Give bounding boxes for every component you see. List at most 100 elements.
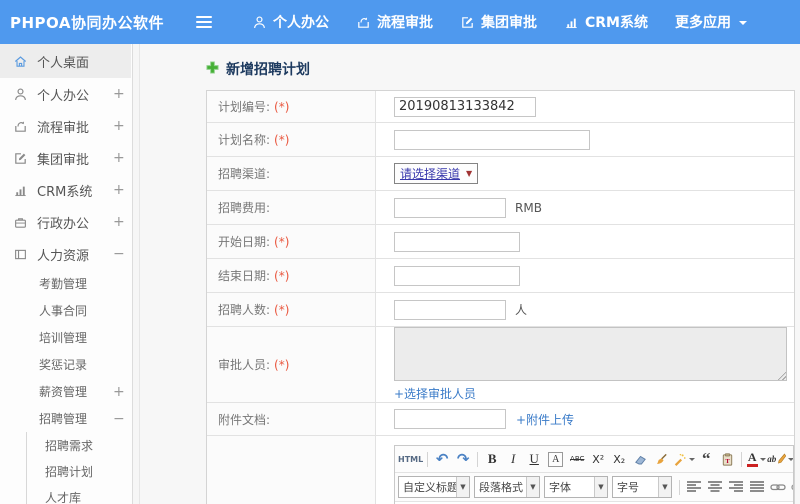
fee-input[interactable] [394,197,506,218]
paragraph-select[interactable]: 段落格式 ▼ [474,476,540,498]
sidebar-item-hr[interactable]: 人力资源 − [0,238,131,270]
field-label: 附件文档: [218,412,271,427]
form-row-attachment: 附件文档: +附件上传 [207,403,794,436]
remove-format-button[interactable]: A [548,451,564,467]
caret-down-icon [759,458,766,464]
sidebar-hr-submenu: 考勤管理 人事合同 培训管理 奖惩记录 薪资管理 + 招聘管理 − 招聘需求 招聘计… [0,270,131,504]
field-label: 招聘渠道: [218,167,271,181]
expand-toggle[interactable]: + [113,86,125,102]
edit-icon [460,15,475,30]
expand-toggle[interactable]: + [113,118,125,134]
expand-toggle[interactable]: + [113,182,125,198]
blockquote-button[interactable]: “ [696,449,716,469]
plan-no-input[interactable] [394,96,536,117]
quick-style-icon[interactable] [672,449,696,469]
expand-toggle[interactable]: + [113,214,125,230]
expand-toggle[interactable]: + [113,150,125,166]
nav-crm-system[interactable]: CRM系统 [564,12,648,32]
caret-down-icon: ▼ [594,477,607,497]
briefcase-icon [13,215,28,230]
approver-textarea[interactable] [394,327,787,381]
caret-down-icon: ▼ [466,169,473,178]
caret-down-icon: ▼ [658,477,671,497]
strikethrough-button[interactable]: ABC [567,449,587,469]
form-row-plan-no: 计划编号: (*) [207,91,794,123]
edit-icon [13,151,28,166]
form-row-headcount: 招聘人数: (*) 人 [207,293,794,327]
sidebar: 个人桌面 个人办公 + 流程审批 + 集团审批 + CRM系统 + 行政办公 + [0,44,140,504]
form-row-channel: 招聘渠道: 请选择渠道 ▼ [207,157,794,191]
field-label: 招聘人数: [218,303,271,317]
sidebar-item-hr-contract[interactable]: 人事合同 [0,297,131,324]
align-left-icon[interactable] [684,477,704,497]
sidebar-item-recruit-plan[interactable]: 招聘计划 [27,458,131,484]
paste-as-text-icon[interactable]: T [717,449,737,469]
collapse-toggle[interactable]: − [113,411,125,427]
start-date-input[interactable] [394,231,520,252]
italic-button[interactable]: I [503,449,523,469]
nav-personal-office[interactable]: 个人办公 [252,12,329,32]
underline-button[interactable]: U [524,449,544,469]
sidebar-scrollbar[interactable] [132,44,140,504]
sidebar-item-recruit-demand[interactable]: 招聘需求 [27,432,131,458]
sidebar-recruit-submenu: 招聘需求 招聘计划 人才库 [26,432,131,504]
flow-icon [13,119,28,134]
top-navigation: 个人办公 流程审批 集团审批 CRM系统 更多应用 [252,12,747,32]
superscript-button[interactable]: X² [588,449,608,469]
format-brush-icon[interactable] [651,449,671,469]
fee-unit: RMB [515,200,542,215]
upload-attachment-link[interactable]: +附件上传 [516,411,574,428]
bold-button[interactable]: B [482,449,502,469]
font-color-button[interactable]: A [746,449,766,469]
attachment-input[interactable] [394,409,506,429]
subscript-button[interactable]: X₂ [609,449,629,469]
collapse-toggle[interactable]: − [113,246,125,262]
menu-toggle-icon[interactable] [196,16,212,28]
sidebar-item-group-approval[interactable]: 集团审批 + [0,142,131,174]
home-icon [13,54,28,69]
font-size-select[interactable]: 字号 ▼ [612,476,672,498]
channel-select[interactable]: 请选择渠道 ▼ [394,163,479,184]
sidebar-item-talent-pool[interactable]: 人才库 [27,484,131,504]
sidebar-item-crm[interactable]: CRM系统 + [0,174,131,206]
rich-text-editor: HTML ↶ ↷ B I U A ABC X² X₂ “ T A ab 自定义标… [394,445,794,504]
sidebar-item-salary[interactable]: 薪资管理 + [0,378,131,405]
select-approver-link[interactable]: +选择审批人员 [394,385,476,402]
headcount-input[interactable] [394,299,506,320]
sidebar-item-personal-office[interactable]: 个人办公 + [0,78,131,110]
chart-icon [13,183,28,198]
expand-toggle[interactable]: + [113,384,125,400]
undo-button[interactable]: ↶ [432,449,452,469]
recruit-plan-form: 计划编号:(*) 计划名称:(*) 招聘渠道: 请选择渠道 ▼ 招聘费用: RM… [206,90,795,504]
remove-link-icon[interactable] [789,477,793,497]
heading-select[interactable]: 自定义标题 ▼ [398,476,470,498]
align-center-icon[interactable] [705,477,725,497]
font-family-select[interactable]: 字体 ▼ [544,476,608,498]
field-label: 计划编号: [218,100,271,114]
align-right-icon[interactable] [726,477,746,497]
sidebar-item-admin-office[interactable]: 行政办公 + [0,206,131,238]
plan-name-input[interactable] [394,129,590,150]
editor-toolbar-row2: 自定义标题 ▼ 段落格式 ▼ 字体 ▼ 字号 ▼ [395,473,793,501]
sidebar-item-training[interactable]: 培训管理 [0,324,131,351]
end-date-input[interactable] [394,265,520,286]
main-content: 新增招聘计划 计划编号:(*) 计划名称:(*) 招聘渠道: 请选择渠道 ▼ [140,44,800,504]
sidebar-item-desktop[interactable]: 个人桌面 [0,44,131,78]
sidebar-item-workflow-approval[interactable]: 流程审批 + [0,110,131,142]
form-row-approver: 审批人员: (*) +选择审批人员 [207,327,794,403]
caret-down-icon: ▼ [456,477,469,497]
sidebar-item-recruit-mgmt[interactable]: 招聘管理 − [0,405,131,432]
highlight-color-button[interactable]: ab [767,449,793,469]
insert-link-icon[interactable] [768,477,788,497]
nav-workflow-approval[interactable]: 流程审批 [356,12,433,32]
app-logo: PHPOA协同办公软件 [10,13,164,32]
sidebar-item-attendance[interactable]: 考勤管理 [0,270,131,297]
eraser-icon[interactable] [630,449,650,469]
sidebar-item-rewards[interactable]: 奖惩记录 [0,351,131,378]
align-justify-icon[interactable] [747,477,767,497]
field-label: 审批人员: [218,358,271,372]
html-source-button[interactable]: HTML [398,449,423,469]
redo-button[interactable]: ↷ [453,449,473,469]
nav-group-approval[interactable]: 集团审批 [460,12,537,32]
nav-more-apps[interactable]: 更多应用 [675,12,747,32]
